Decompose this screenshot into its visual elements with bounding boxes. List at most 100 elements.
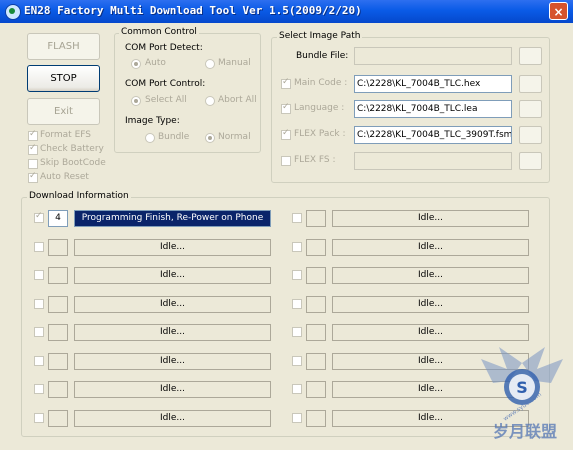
auto-radio[interactable] (131, 59, 141, 69)
app-icon (5, 4, 21, 20)
slot-port-number (306, 296, 326, 313)
slot-checkbox[interactable] (34, 270, 44, 280)
watermark-logo: S 岁月联盟 www.syue.com (481, 347, 563, 441)
auto-reset-label: Auto Reset (40, 172, 89, 182)
normal-label: Normal (218, 132, 251, 142)
slot-port-number (48, 410, 68, 427)
auto-label: Auto (145, 58, 166, 68)
slot-status: Idle... (74, 296, 271, 313)
download-info-group (21, 197, 550, 437)
slot-checkbox[interactable] (292, 299, 302, 309)
flex-pack-browse-button[interactable] (519, 126, 542, 144)
bundle-radio[interactable] (145, 133, 155, 143)
language-field[interactable]: C:\2228\KL_7004B_TLC.lea (354, 100, 512, 118)
common-control-legend: Common Control (119, 27, 199, 37)
slot-checkbox[interactable] (34, 327, 44, 337)
main-code-field[interactable]: C:\2228\KL_7004B_TLC.hex (354, 75, 512, 93)
flash-button[interactable]: FLASH (27, 33, 100, 60)
language-checkbox[interactable] (281, 102, 291, 114)
slot-status: Idle... (74, 410, 271, 427)
watermark-text: 岁月联盟 (493, 422, 557, 441)
normal-radio[interactable] (205, 133, 215, 143)
abort-all-radio[interactable] (205, 96, 215, 106)
check-battery-checkbox[interactable] (28, 143, 38, 155)
slot-checkbox[interactable] (292, 213, 302, 223)
slot-checkbox[interactable] (34, 356, 44, 366)
language-browse-button[interactable] (519, 100, 542, 118)
stop-button[interactable]: STOP (27, 65, 100, 92)
select-all-label: Select All (145, 95, 187, 105)
bundle-file-field[interactable] (354, 47, 512, 65)
skip-bootcode-label: Skip BootCode (40, 158, 106, 168)
slot-port-number (48, 353, 68, 370)
select-all-radio[interactable] (131, 96, 141, 106)
slot-status: Idle... (74, 353, 271, 370)
watermark-letter: S (516, 378, 528, 397)
slot-port-number (306, 239, 326, 256)
slot-port-number (306, 210, 326, 227)
slot-checkbox[interactable] (292, 270, 302, 280)
slot-port-number (48, 324, 68, 341)
slot-port-number (306, 267, 326, 284)
flex-pack-label: FLEX Pack : (294, 129, 346, 139)
slot-port-number (48, 267, 68, 284)
download-info-legend: Download Information (27, 191, 131, 201)
slot-checkbox[interactable] (34, 299, 44, 309)
bundle-label: Bundle (158, 132, 190, 142)
slot-status: Idle... (74, 324, 271, 341)
slot-port-number (48, 296, 68, 313)
slot-checkbox[interactable] (292, 356, 302, 366)
slot-port-number (306, 381, 326, 398)
slot-checkbox[interactable] (292, 242, 302, 252)
close-button[interactable]: × (549, 2, 568, 20)
slot-checkbox[interactable] (34, 413, 44, 423)
exit-button[interactable]: Exit (27, 98, 100, 125)
slot-checkbox[interactable] (292, 413, 302, 423)
slot-checkbox[interactable] (34, 384, 44, 394)
check-battery-label: Check Battery (40, 144, 104, 154)
main-code-checkbox[interactable] (281, 77, 291, 89)
slot-status: Idle... (74, 381, 271, 398)
slot-status: Idle... (74, 239, 271, 256)
com-port-detect-label: COM Port Detect: (125, 43, 203, 53)
language-label: Language : (294, 103, 345, 113)
flex-fs-browse-button[interactable] (519, 152, 542, 170)
manual-radio[interactable] (205, 59, 215, 69)
slot-status: Idle... (74, 267, 271, 284)
slot-status: Idle... (332, 267, 529, 284)
slot-port-number (48, 239, 68, 256)
skip-bootcode-checkbox[interactable] (28, 159, 38, 169)
slot-checkbox[interactable] (34, 211, 44, 223)
slot-port-number (48, 381, 68, 398)
slot-status: Programming Finish, Re-Power on Phone (74, 210, 271, 227)
slot-port-number (306, 324, 326, 341)
auto-reset-checkbox[interactable] (28, 171, 38, 183)
slot-status: Idle... (332, 210, 529, 227)
flex-fs-label: FLEX FS : (294, 155, 336, 165)
manual-label: Manual (218, 58, 251, 68)
image-path-legend: Select Image Path (277, 31, 363, 41)
slot-checkbox[interactable] (292, 384, 302, 394)
bundle-file-label: Bundle File: (296, 51, 349, 61)
slot-status: Idle... (332, 239, 529, 256)
slot-status: Idle... (332, 296, 529, 313)
com-port-control-label: COM Port Control: (125, 79, 206, 89)
image-type-label: Image Type: (125, 116, 180, 126)
flex-fs-checkbox[interactable] (281, 156, 291, 166)
bundle-file-browse-button[interactable] (519, 47, 542, 65)
slot-checkbox[interactable] (34, 242, 44, 252)
format-efs-label: Format EFS (40, 130, 91, 140)
slot-checkbox[interactable] (292, 327, 302, 337)
format-efs-checkbox[interactable] (28, 129, 38, 141)
slot-port-number (306, 410, 326, 427)
main-code-browse-button[interactable] (519, 75, 542, 93)
main-code-label: Main Code : (294, 78, 348, 88)
window-title: EN28 Factory Multi Download Tool Ver 1.5… (24, 4, 362, 17)
abort-all-label: Abort All (218, 95, 257, 105)
flex-pack-checkbox[interactable] (281, 128, 291, 140)
slot-port-number (306, 353, 326, 370)
slot-status: Idle... (332, 324, 529, 341)
flex-fs-field[interactable] (354, 152, 512, 170)
flex-pack-field[interactable]: C:\2228\KL_7004B_TLC_3909T.fsm (354, 126, 512, 144)
slot-port-number: 4 (48, 210, 68, 227)
